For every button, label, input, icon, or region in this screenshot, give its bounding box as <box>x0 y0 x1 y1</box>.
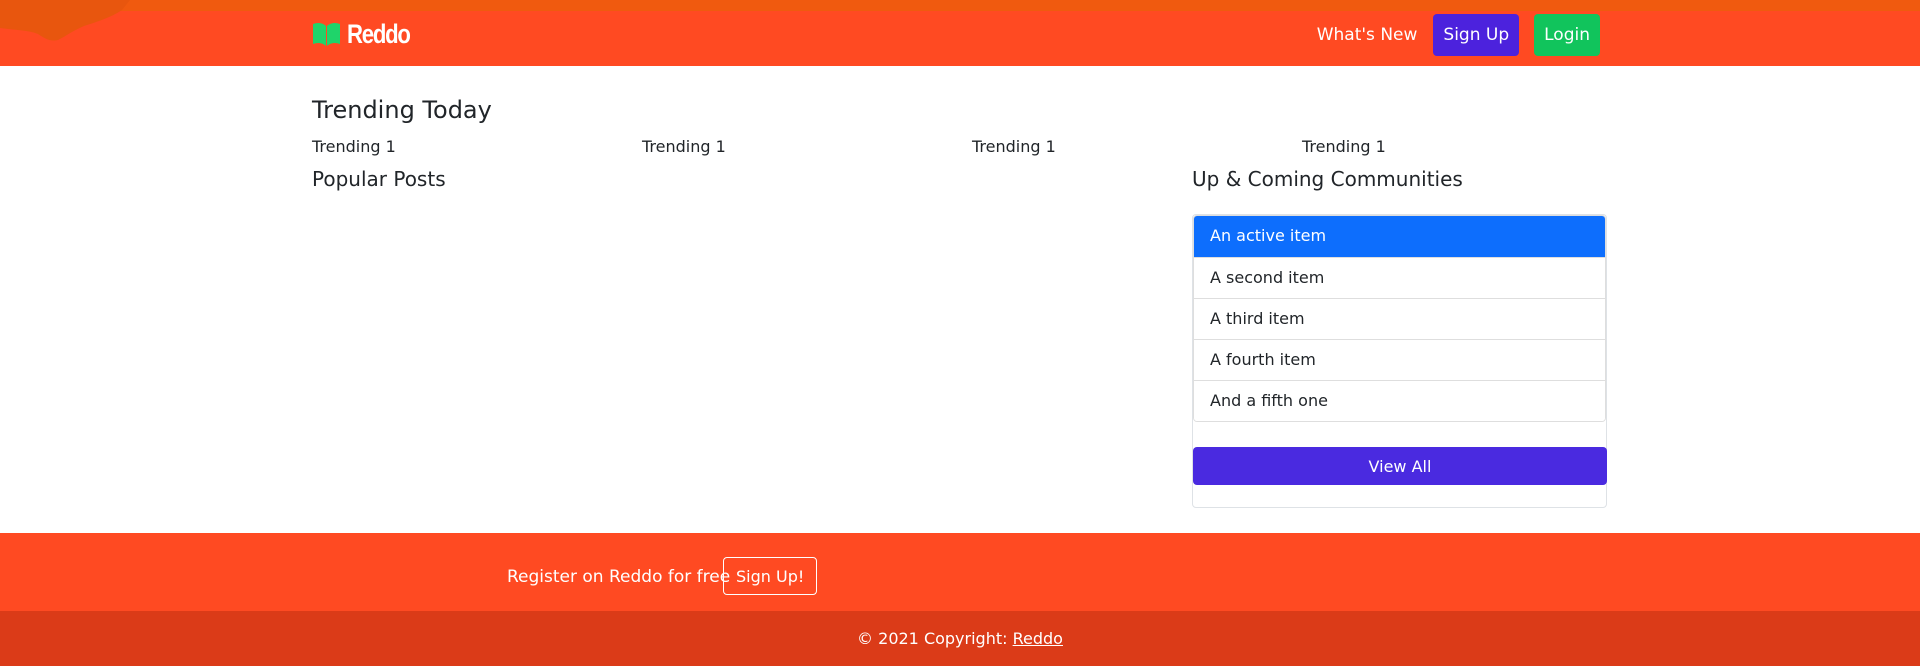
trending-item[interactable]: Trending 1 <box>642 137 726 156</box>
community-item[interactable]: A fourth item <box>1194 339 1605 380</box>
trending-item[interactable]: Trending 1 <box>972 137 1056 156</box>
community-item[interactable]: A third item <box>1194 298 1605 339</box>
communities-list: An active item A second item A third ite… <box>1193 215 1606 422</box>
register-text: Register on Reddo for free <box>507 567 731 587</box>
signup-button[interactable]: Sign Up <box>1433 14 1520 56</box>
navbar-top-stripe <box>0 0 1920 11</box>
community-item-active[interactable]: An active item <box>1194 216 1605 257</box>
view-all-button[interactable]: View All <box>1193 447 1607 485</box>
copyright-bar: © 2021 Copyright: Reddo <box>0 611 1920 666</box>
footer-signup-button[interactable]: Sign Up! <box>723 557 818 595</box>
login-button[interactable]: Login <box>1534 14 1600 56</box>
trending-item[interactable]: Trending 1 <box>1302 137 1386 156</box>
brand-logo-link[interactable]: Reddo <box>312 19 424 49</box>
paint-splash-decoration <box>0 0 130 41</box>
communities-card: An active item A second item A third ite… <box>1192 214 1607 508</box>
navbar-right: What's New Sign Up Login <box>1317 14 1600 56</box>
popular-posts-heading: Popular Posts <box>312 167 446 191</box>
community-item[interactable]: And a fifth one <box>1194 380 1605 421</box>
navbar: Reddo What's New Sign Up Login <box>0 0 1920 66</box>
communities-heading: Up & Coming Communities <box>1192 167 1463 191</box>
trending-row: Trending 1 Trending 1 Trending 1 Trendin… <box>312 137 1608 157</box>
trending-item[interactable]: Trending 1 <box>312 137 396 156</box>
brand-name: Reddo <box>347 18 411 49</box>
copyright-text: © 2021 Copyright: <box>857 629 1008 648</box>
trending-today-heading: Trending Today <box>312 96 492 124</box>
open-book-icon <box>313 22 340 46</box>
copyright-link[interactable]: Reddo <box>1013 629 1063 648</box>
whats-new-link[interactable]: What's New <box>1317 25 1418 45</box>
community-item[interactable]: A second item <box>1194 257 1605 298</box>
register-banner: Register on Reddo for free Sign Up! <box>0 533 1920 611</box>
